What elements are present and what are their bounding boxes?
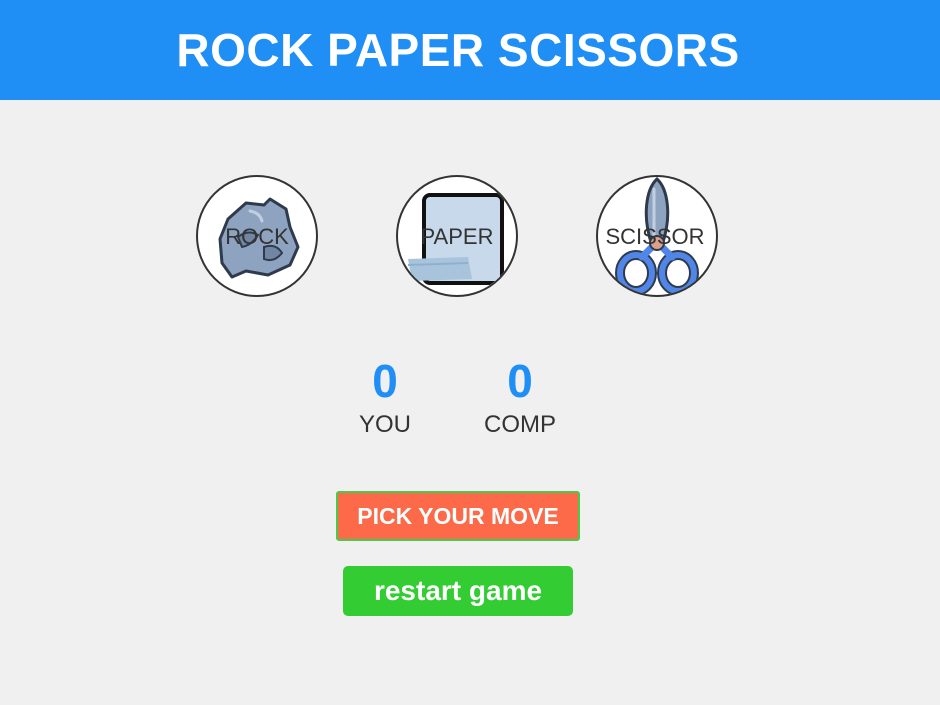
- user-score-value: 0: [372, 355, 398, 407]
- user-score-label: YOU: [358, 411, 411, 438]
- rock-choice-button[interactable]: ROCK: [196, 175, 318, 297]
- scissor-label: SCISSOR: [605, 224, 705, 249]
- paper-choice-button[interactable]: PAPER: [396, 175, 518, 297]
- header-bar: ROCK PAPER SCISSORS: [0, 0, 940, 100]
- computer-score-label: COMP: [484, 411, 556, 438]
- computer-score-value: 0: [507, 355, 533, 407]
- game-title: ROCK PAPER SCISSORS: [176, 24, 740, 76]
- scissor-choice-button[interactable]: SCISSOR: [596, 175, 718, 297]
- restart-game-button[interactable]: restart game: [343, 566, 573, 616]
- rock-label: ROCK: [225, 224, 289, 249]
- status-message: PICK YOUR MOVE: [336, 491, 580, 541]
- paper-label: PAPER: [420, 224, 494, 249]
- user-score: 0 YOU: [325, 354, 445, 440]
- computer-score: 0 COMP: [460, 354, 580, 440]
